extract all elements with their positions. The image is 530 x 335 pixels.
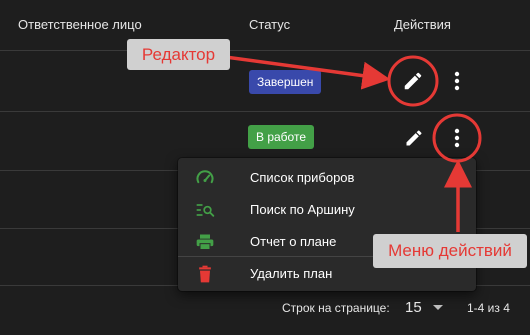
edit-icon[interactable] xyxy=(404,128,424,148)
menu-item-arshin-search[interactable]: Поиск по Аршину xyxy=(178,194,476,226)
header-actions: Действия xyxy=(394,17,451,32)
edit-icon[interactable] xyxy=(402,70,424,92)
editor-callout: Редактор xyxy=(127,39,230,70)
table-header: Ответственное лицо Статус Действия xyxy=(0,0,530,51)
header-responsible: Ответственное лицо xyxy=(18,17,142,32)
pagination-range: 1-4 из 4 xyxy=(467,301,510,315)
rows-per-page-label: Строк на странице: xyxy=(282,301,390,315)
rows-per-page-select[interactable]: 15 xyxy=(405,299,422,316)
gauge-icon xyxy=(196,170,214,184)
trash-icon xyxy=(199,265,211,283)
actions-menu: Список приборов Поиск по Аршину Отчет о … xyxy=(178,158,476,291)
list-search-icon xyxy=(196,204,215,217)
menu-item-label: Список приборов xyxy=(250,170,355,185)
printer-icon xyxy=(196,234,214,250)
actions-menu-callout: Меню действий xyxy=(373,234,527,268)
status-badge: Завершен xyxy=(249,70,322,94)
chevron-down-icon[interactable] xyxy=(432,304,444,312)
menu-item-label: Отчет о плане xyxy=(250,234,337,249)
menu-item-instrument-list[interactable]: Список приборов xyxy=(178,162,476,194)
menu-item-label: Удалить план xyxy=(250,266,333,281)
more-vertical-icon[interactable] xyxy=(447,127,467,149)
menu-item-label: Поиск по Аршину xyxy=(250,202,355,217)
more-vertical-icon[interactable] xyxy=(447,70,467,92)
status-badge: В работе xyxy=(248,125,315,149)
header-status: Статус xyxy=(249,17,291,32)
